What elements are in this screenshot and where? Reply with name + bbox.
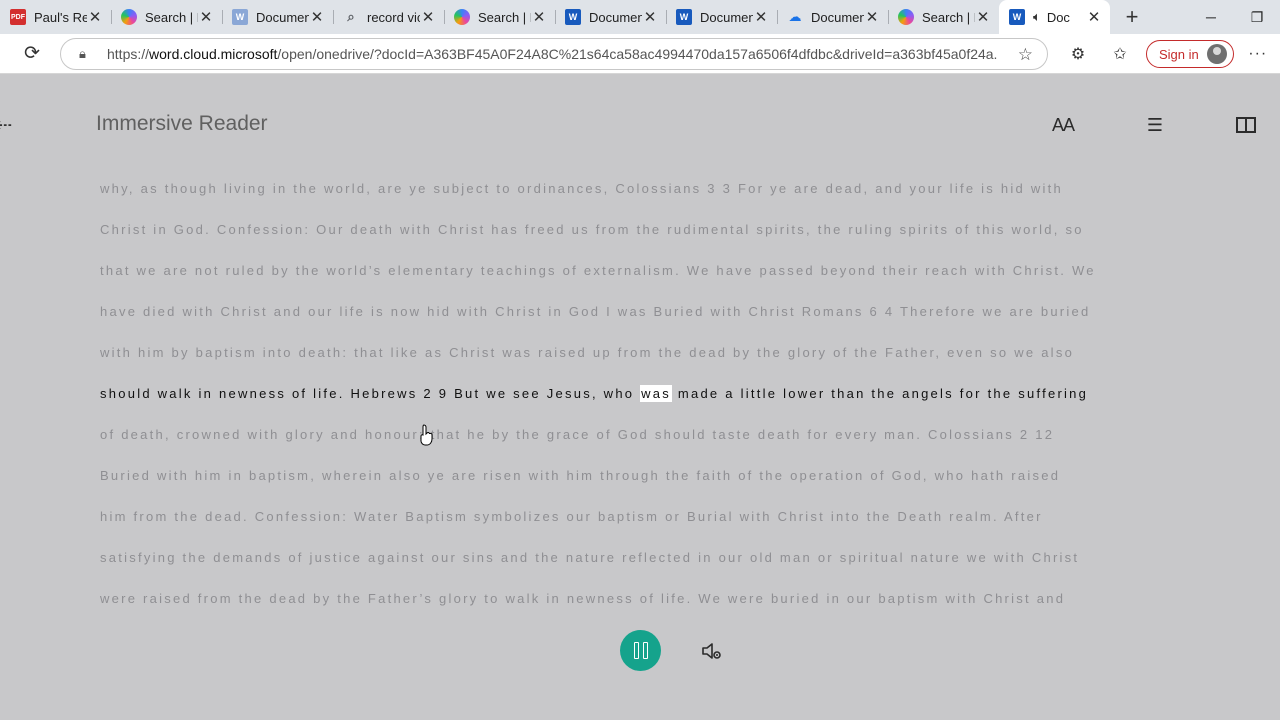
text-line: were raised from the dead by the Father’… (100, 591, 1066, 606)
url-path: /open/onedrive/?docId=A363BF45A0F24A8C%2… (277, 46, 997, 62)
tab-title: record vic (367, 9, 420, 25)
more-options-icon[interactable]: ··· (1242, 38, 1274, 70)
close-icon[interactable]: ✕ (975, 8, 991, 26)
tab-strip: PDF Paul's Rev ✕ Search | M ✕ W Documen … (0, 0, 1280, 34)
text-line: Buried with him in baptism, wherein also… (100, 468, 1061, 483)
tab-title: Search | M (145, 9, 198, 25)
url-text[interactable]: https://word.cloud.microsoft/open/onedri… (107, 46, 997, 62)
restore-button[interactable]: ❐ (1234, 0, 1280, 34)
grammar-options-icon: ☰ (1146, 114, 1164, 135)
tab-title: Search | M (478, 9, 531, 25)
browser-tab[interactable]: ☁ Documen ✕ (777, 0, 888, 34)
text-line: why, as though living in the world, are … (100, 181, 1063, 196)
reading-preferences-button[interactable] (1229, 110, 1263, 140)
close-icon[interactable]: ✕ (642, 8, 658, 26)
pause-icon (642, 642, 648, 659)
browser-tab-active[interactable]: W 🔈︎ Doc ✕ (999, 0, 1110, 34)
spoken-word-highlight: was (640, 385, 673, 402)
text-line: Christ in God. Confession: Our death wit… (100, 222, 1084, 237)
browser-tab[interactable]: PDF Paul's Rev ✕ (0, 0, 111, 34)
text-line: that we are not ruled by the world’s ele… (100, 263, 1096, 278)
url-scheme: https:// (107, 46, 150, 62)
mouse-pointer-icon (420, 424, 433, 446)
browser-tab[interactable]: W Documen ✕ (222, 0, 333, 34)
book-icon (1236, 117, 1256, 133)
browser-tab[interactable]: ⌕ record vic ✕ (333, 0, 444, 34)
tab-title: Documen (811, 9, 864, 25)
close-icon[interactable]: ✕ (198, 8, 214, 26)
copilot-icon (898, 9, 914, 25)
text-line: of death, crowned with glory and honour;… (100, 427, 1055, 442)
speaker-icon[interactable]: 🔈︎ (1033, 9, 1041, 25)
new-tab-button[interactable]: + (1114, 0, 1150, 34)
browser-tab[interactable]: Search | M ✕ (444, 0, 555, 34)
lock-icon[interactable]: 🔒︎ (79, 46, 97, 62)
close-icon[interactable]: ✕ (87, 8, 103, 26)
pause-icon (633, 642, 639, 659)
page-title: Immersive Reader (96, 112, 268, 135)
tab-title: Search | M (922, 9, 975, 25)
tab-title: Documen (700, 9, 753, 25)
close-icon[interactable]: ✕ (864, 8, 880, 26)
tab-title: Documen (589, 9, 642, 25)
close-icon[interactable]: ✕ (309, 8, 325, 26)
browser-tab[interactable]: W Documen ✕ (555, 0, 666, 34)
search-icon: ⌕ (347, 9, 355, 24)
address-bar[interactable]: 🔒︎ https://word.cloud.microsoft/open/one… (60, 38, 1048, 70)
pdf-icon: PDF (10, 9, 26, 25)
close-icon[interactable]: ✕ (1086, 8, 1102, 26)
favorites-icon[interactable]: ✩ (1104, 38, 1136, 70)
reader-text: why, as though living in the world, are … (100, 172, 1190, 623)
copilot-icon (121, 9, 137, 25)
browser-tab[interactable]: Search | M ✕ (888, 0, 999, 34)
window-controls: ─ ❐ (1188, 0, 1280, 34)
text-line: with him by baptism into death: that lik… (100, 345, 1075, 360)
voice-settings-icon (702, 643, 721, 659)
word-icon: W (1009, 9, 1025, 25)
tab-title: Doc (1046, 9, 1070, 25)
browser-toolbar: ⟳ 🔒︎ https://word.cloud.microsoft/open/o… (0, 34, 1280, 74)
text-line: him from the dead. Confession: Water Bap… (100, 509, 1043, 524)
reload-icon[interactable]: ⟳ (16, 38, 48, 70)
close-icon[interactable]: ✕ (753, 8, 769, 26)
grammar-options-button[interactable]: ☰ (1138, 110, 1172, 140)
pause-button[interactable] (620, 630, 661, 671)
tab-title: Paul's Rev (34, 9, 87, 25)
browser-tab[interactable]: Search | M ✕ (111, 0, 222, 34)
back-arrow-icon[interactable]: ⇠ (0, 112, 12, 138)
current-text-line: should walk in newness of life. Hebrews … (100, 377, 1190, 418)
line-text-before: should walk in newness of life. Hebrews … (100, 386, 641, 401)
sign-in-label: Sign in (1159, 46, 1199, 62)
word-icon: W (565, 9, 581, 25)
onedrive-icon: ☁ (788, 9, 802, 24)
close-icon[interactable]: ✕ (531, 8, 547, 26)
text-preferences-icon: AA (1051, 114, 1075, 135)
text-line: satisfying the demands of justice agains… (100, 550, 1080, 565)
avatar (1206, 44, 1227, 64)
sign-in-button[interactable]: Sign in (1146, 40, 1234, 68)
tab-title: Documen (256, 9, 309, 25)
extensions-icon[interactable]: ⚙︎ (1062, 38, 1094, 70)
favorite-star-icon[interactable]: ☆ (1018, 45, 1033, 65)
voice-settings-button[interactable] (700, 640, 724, 662)
text-preferences-button[interactable]: AA (1046, 110, 1080, 140)
browser-tab[interactable]: W Documen ✕ (666, 0, 777, 34)
word-doc-icon: W (232, 9, 248, 25)
text-line: have died with Christ and our life is no… (100, 304, 1091, 319)
url-host: word.cloud.microsoft (149, 46, 278, 62)
word-icon: W (676, 9, 692, 25)
minimize-button[interactable]: ─ (1188, 0, 1234, 34)
toolbar-icons: ⚙︎ ✩ Sign in ··· (1062, 38, 1274, 70)
copilot-icon (454, 9, 470, 25)
line-text-after: made a little lower than the angels for … (672, 386, 1089, 401)
close-icon[interactable]: ✕ (420, 8, 436, 26)
reader-header: ⇠ Immersive Reader AA ☰ (0, 74, 1280, 174)
